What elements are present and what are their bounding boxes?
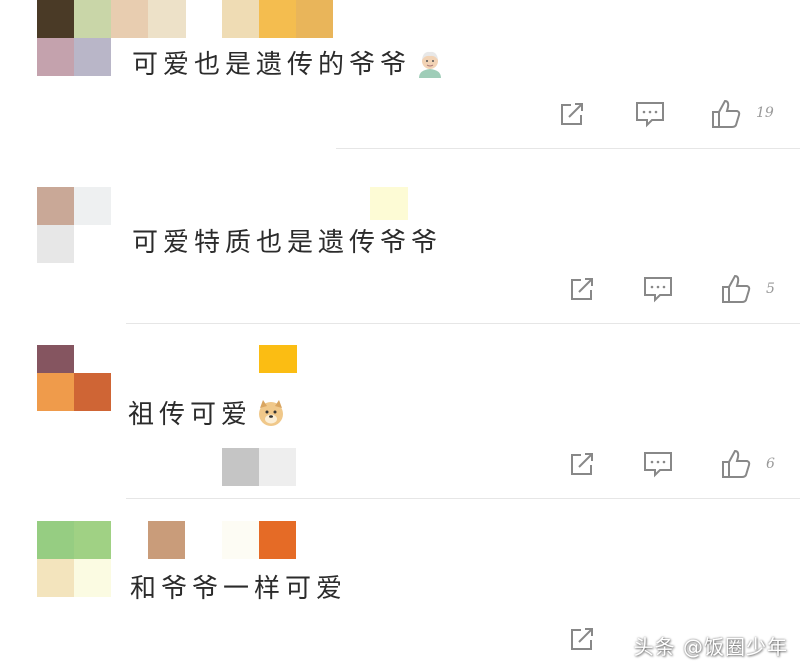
watermark: 头条 @饭圈少年 xyxy=(633,635,788,659)
comment-item-4: 和爷爷一样可爱 头条 @饭圈少年 xyxy=(0,0,800,670)
avatar-4[interactable] xyxy=(37,521,111,597)
comment-text: 和爷爷一样可爱 xyxy=(130,574,348,604)
share-button[interactable] xyxy=(564,621,600,657)
username-4[interactable] xyxy=(148,521,296,559)
share-icon xyxy=(571,628,593,650)
